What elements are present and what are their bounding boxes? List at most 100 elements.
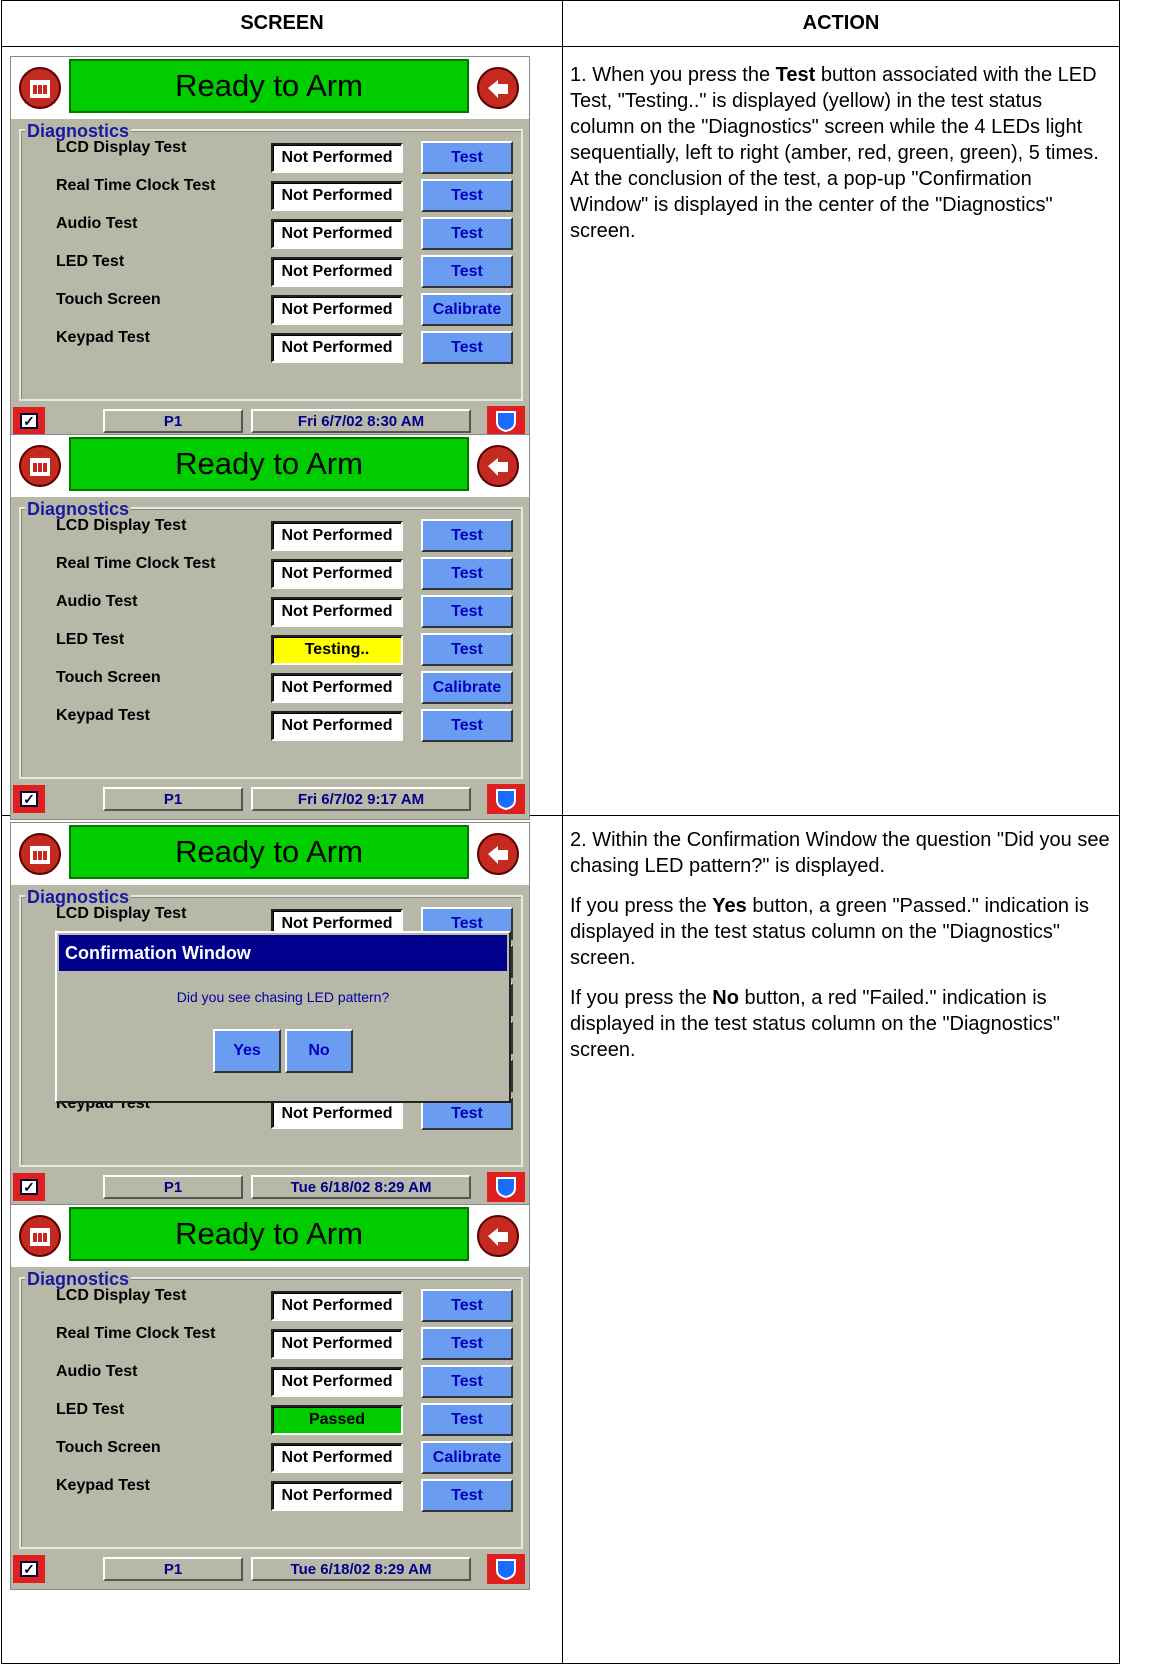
test-status: Not Performed: [271, 1443, 403, 1473]
checkbox-button[interactable]: ✓: [13, 407, 45, 435]
screen-header: Ready to Arm: [11, 435, 529, 497]
back-arrow-icon: [488, 846, 508, 864]
test-label: Touch Screen: [56, 669, 161, 686]
test-label: LED Test: [56, 1401, 125, 1418]
test-button[interactable]: Test: [421, 1479, 513, 1512]
test-button[interactable]: Test: [421, 709, 513, 742]
page-indicator: P1: [103, 1175, 243, 1199]
house-icon: [30, 1228, 50, 1246]
shield-button[interactable]: [487, 1172, 525, 1202]
status-bar: ✓ P1 Fri 6/7/02 9:17 AM: [11, 781, 529, 819]
column-header-action: ACTION: [802, 12, 880, 34]
test-label: Keypad Test: [56, 1477, 150, 1494]
page-indicator: P1: [103, 1557, 243, 1581]
arm-status-banner: Ready to Arm: [69, 825, 469, 879]
home-button[interactable]: [19, 833, 61, 875]
test-status: Not Performed: [271, 1291, 403, 1321]
test-button[interactable]: Test: [421, 1289, 513, 1322]
test-label: Touch Screen: [56, 1439, 161, 1456]
shield-button[interactable]: [487, 406, 525, 436]
test-label: Keypad Test: [56, 707, 150, 724]
home-button[interactable]: [19, 445, 61, 487]
test-button[interactable]: Test: [421, 1327, 513, 1360]
date-time: Fri 6/7/02 8:30 AM: [251, 409, 471, 433]
test-status: Not Performed: [271, 219, 403, 249]
checkbox-button[interactable]: ✓: [13, 1173, 45, 1201]
arm-status-banner: Ready to Arm: [69, 1207, 469, 1261]
checkmark-icon: ✓: [20, 1179, 38, 1195]
back-button[interactable]: [477, 445, 519, 487]
test-status: Not Performed: [271, 1367, 403, 1397]
no-button[interactable]: No: [285, 1029, 353, 1073]
column-divider: [562, 1, 563, 1663]
calibrate-button[interactable]: Calibrate: [421, 1441, 513, 1474]
test-label: LCD Display Test: [56, 1287, 187, 1304]
back-button[interactable]: [477, 67, 519, 109]
shield-button[interactable]: [487, 1554, 525, 1584]
house-icon: [30, 80, 50, 98]
page-indicator: P1: [103, 787, 243, 811]
test-label: LED Test: [56, 253, 125, 270]
screen-header: Ready to Arm: [11, 57, 529, 119]
yes-button[interactable]: Yes: [213, 1029, 281, 1073]
test-button[interactable]: Test: [421, 1365, 513, 1398]
status-bar: ✓ P1 Tue 6/18/02 8:29 AM: [11, 1169, 529, 1207]
action-step-1: 1. When you press the Test button associ…: [570, 64, 1099, 242]
diagnostics-screen-3: Ready to Arm Diagnostics LCD Display Tes…: [10, 822, 530, 1208]
test-button[interactable]: Test: [421, 217, 513, 250]
screen-header: Ready to Arm: [11, 823, 529, 885]
test-label: LED Test: [56, 631, 125, 648]
test-button[interactable]: Test: [421, 595, 513, 628]
test-button[interactable]: Test: [421, 1403, 513, 1436]
page-indicator: P1: [103, 409, 243, 433]
test-status: Not Performed: [271, 1329, 403, 1359]
checkmark-icon: ✓: [20, 791, 38, 807]
action-step-2: 2. Within the Confirmation Window the qu…: [570, 829, 1110, 1061]
test-button[interactable]: Test: [421, 557, 513, 590]
diagnostics-screen-2: Ready to Arm Diagnostics LCD Display Tes…: [10, 434, 530, 820]
checkbox-button[interactable]: ✓: [13, 785, 45, 813]
test-label: Audio Test: [56, 1363, 138, 1380]
test-status: Passed: [271, 1405, 403, 1435]
test-label: Keypad Test: [56, 329, 150, 346]
shield-icon: [496, 1177, 516, 1199]
arm-status-banner: Ready to Arm: [69, 437, 469, 491]
shield-icon: [496, 1559, 516, 1581]
test-button[interactable]: Test: [421, 255, 513, 288]
house-icon: [30, 846, 50, 864]
back-button[interactable]: [477, 833, 519, 875]
date-time: Tue 6/18/02 8:29 AM: [251, 1557, 471, 1581]
test-label: Real Time Clock Test: [56, 555, 216, 572]
diagnostics-screen-4: Ready to Arm Diagnostics LCD Display Tes…: [10, 1204, 530, 1590]
home-button[interactable]: [19, 1215, 61, 1257]
confirmation-window: Confirmation Window Did you see chasing …: [55, 931, 511, 1103]
test-status: Not Performed: [271, 673, 403, 703]
test-status: Not Performed: [271, 559, 403, 589]
home-button[interactable]: [19, 67, 61, 109]
test-button[interactable]: Test: [421, 141, 513, 174]
back-arrow-icon: [488, 458, 508, 476]
diagnostics-screen-1: Ready to Arm Diagnostics LCD Display Tes…: [10, 56, 530, 442]
shield-icon: [496, 411, 516, 433]
test-button[interactable]: Test: [421, 331, 513, 364]
back-button[interactable]: [477, 1215, 519, 1257]
dialog-question: Did you see chasing LED pattern?: [176, 989, 390, 1005]
test-status: Not Performed: [271, 711, 403, 741]
test-button[interactable]: Test: [421, 179, 513, 212]
shield-button[interactable]: [487, 784, 525, 814]
test-status: Not Performed: [271, 1099, 403, 1129]
test-status: Not Performed: [271, 597, 403, 627]
test-label: Touch Screen: [56, 291, 161, 308]
calibrate-button[interactable]: Calibrate: [421, 293, 513, 326]
checkmark-icon: ✓: [20, 1561, 38, 1577]
test-button[interactable]: Test: [421, 633, 513, 666]
back-arrow-icon: [488, 1228, 508, 1246]
test-label: Audio Test: [56, 215, 138, 232]
checkbox-button[interactable]: ✓: [13, 1555, 45, 1583]
date-time: Tue 6/18/02 8:29 AM: [251, 1175, 471, 1199]
test-status: Not Performed: [271, 181, 403, 211]
calibrate-button[interactable]: Calibrate: [421, 671, 513, 704]
test-button[interactable]: Test: [421, 519, 513, 552]
house-icon: [30, 458, 50, 476]
test-status: Not Performed: [271, 521, 403, 551]
